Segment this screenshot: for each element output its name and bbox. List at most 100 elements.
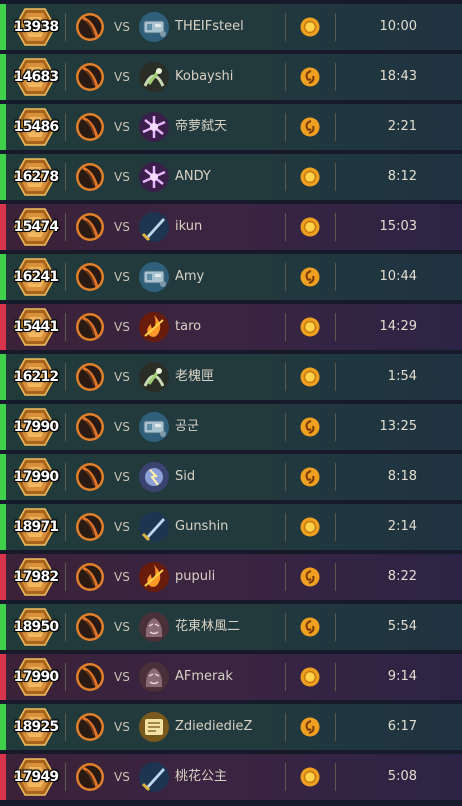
coin-flip-icon: [300, 567, 320, 587]
divider: [65, 663, 66, 691]
match-row[interactable]: 15474 VS ikun 15:03: [0, 204, 462, 250]
divider: [65, 13, 66, 41]
my-hero-portrait-icon: [76, 213, 104, 241]
divider: [65, 113, 66, 141]
rating-value: 17982: [13, 569, 60, 585]
opponent-name: pupuli: [175, 569, 216, 584]
divider: [335, 213, 336, 241]
match-duration: 1:54: [387, 369, 417, 384]
vs-label: VS: [114, 20, 130, 34]
opponent-hero-portrait: [139, 762, 169, 792]
match-row[interactable]: 15486 VS 帝萝弑天 2:21: [0, 104, 462, 150]
vs-label: VS: [114, 570, 130, 584]
opponent-name: Gunshin: [175, 519, 229, 534]
coin-icon: [300, 767, 320, 787]
coin-icon: [300, 17, 320, 37]
coin-flip-icon: [300, 267, 320, 287]
divider: [285, 13, 286, 41]
win-indicator: [0, 704, 6, 750]
opponent-name: 桃花公主: [175, 769, 228, 784]
coin-flip-icon: [300, 717, 320, 737]
blade-hero-icon: [139, 762, 169, 792]
vs-label: VS: [114, 220, 130, 234]
divider: [285, 213, 286, 241]
divider: [285, 563, 286, 591]
vs-label: VS: [114, 170, 130, 184]
opponent-hero-portrait: [139, 412, 169, 442]
my-hero-portrait-icon: [76, 513, 104, 541]
divider: [285, 63, 286, 91]
divider: [285, 113, 286, 141]
match-duration: 9:14: [387, 669, 417, 684]
fire-hero-icon: [139, 562, 169, 592]
coin-icon: [300, 217, 320, 237]
match-row[interactable]: 18950 VS 花東林風二 5:54: [0, 604, 462, 650]
loss-indicator: [0, 654, 6, 700]
divider: [335, 13, 336, 41]
match-duration: 6:17: [387, 719, 417, 734]
rating-value: 18971: [13, 519, 60, 535]
rating-value: 17990: [13, 669, 60, 685]
coin-flip-icon: [300, 117, 320, 137]
divider: [285, 463, 286, 491]
nature-hero-icon: [139, 362, 169, 392]
divider: [335, 413, 336, 441]
match-row[interactable]: 17990 VS Sid 8:18: [0, 454, 462, 500]
match-row[interactable]: 16241 VS Amy 10:44: [0, 254, 462, 300]
divider: [335, 513, 336, 541]
loss-indicator: [0, 204, 6, 250]
opponent-hero-portrait: [139, 312, 169, 342]
opponent-name: THEIFsteel: [175, 19, 244, 34]
divider: [285, 513, 286, 541]
vs-label: VS: [114, 420, 130, 434]
my-hero-portrait-icon: [76, 163, 104, 191]
loss-indicator: [0, 754, 6, 800]
divider: [65, 413, 66, 441]
match-row[interactable]: 17949 VS 桃花公主 5:08: [0, 754, 462, 800]
coin-flip-icon: [300, 417, 320, 437]
match-row[interactable]: 13938 VS THEIFsteel 10:00: [0, 4, 462, 50]
match-row[interactable]: 14683 VS Kobayshi 18:43: [0, 54, 462, 100]
win-indicator: [0, 154, 6, 200]
opponent-hero-portrait: [139, 462, 169, 492]
opponent-hero-portrait: [139, 262, 169, 292]
coin-icon: [300, 317, 320, 337]
divider: [335, 563, 336, 591]
divider: [335, 463, 336, 491]
opponent-hero-portrait: [139, 62, 169, 92]
opponent-name: 帝萝弑天: [175, 119, 228, 134]
match-row[interactable]: 18971 VS Gunshin 2:14: [0, 504, 462, 550]
divider: [285, 713, 286, 741]
divider: [335, 713, 336, 741]
opponent-hero-portrait: [139, 562, 169, 592]
match-row[interactable]: 16212 VS 老槐匣 1:54: [0, 354, 462, 400]
vs-label: VS: [114, 620, 130, 634]
opponent-name: ANDY: [175, 169, 211, 184]
match-row[interactable]: 17990 VS AFmerak 9:14: [0, 654, 462, 700]
divider: [285, 363, 286, 391]
win-indicator: [0, 454, 6, 500]
rating-value: 17990: [13, 419, 60, 435]
divider: [65, 363, 66, 391]
win-indicator: [0, 504, 6, 550]
match-row[interactable]: 17982 VS pupuli 8:22: [0, 554, 462, 600]
coin-icon: [300, 517, 320, 537]
divider: [335, 363, 336, 391]
win-indicator: [0, 4, 6, 50]
vs-label: VS: [114, 270, 130, 284]
match-row[interactable]: 18925 VS ZdiediedieZ 6:17: [0, 704, 462, 750]
vs-label: VS: [114, 370, 130, 384]
match-row[interactable]: 15441 VS taro 14:29: [0, 304, 462, 350]
match-row[interactable]: 16278 VS ANDY 8:12: [0, 154, 462, 200]
opponent-hero-portrait: [139, 512, 169, 542]
divider: [65, 63, 66, 91]
opponent-hero-portrait: [139, 212, 169, 242]
divider: [65, 613, 66, 641]
mech-hero-icon: [139, 12, 169, 42]
divider: [65, 763, 66, 791]
rating-value: 16278: [13, 169, 60, 185]
win-indicator: [0, 354, 6, 400]
loss-indicator: [0, 554, 6, 600]
match-row[interactable]: 17990 VS 공군 13:25: [0, 404, 462, 450]
my-hero-portrait-icon: [76, 313, 104, 341]
